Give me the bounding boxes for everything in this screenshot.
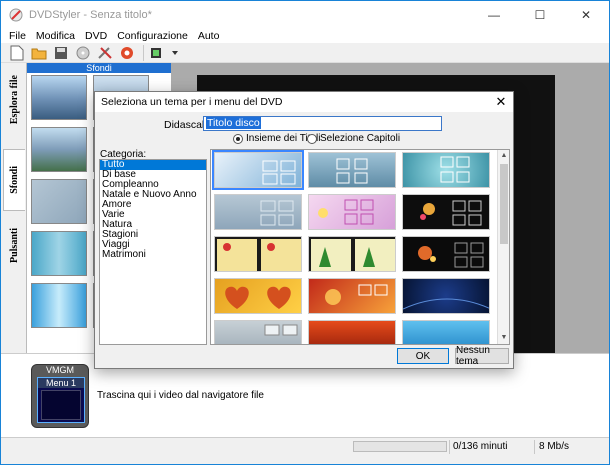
menu-config[interactable]: Configurazione	[112, 29, 193, 43]
background-thumb[interactable]	[31, 75, 87, 120]
vmgm-label: VMGM	[46, 365, 74, 375]
minutes-used: 0/136 minuti	[453, 441, 508, 452]
dialog-close-button[interactable]: ✕	[493, 94, 509, 110]
theme-dialog: Seleziona un tema per i menu del DVD ✕ D…	[94, 91, 514, 369]
menu-thumbnail-preview	[41, 390, 81, 420]
dialog-title: Seleziona un tema per i menu del DVD	[101, 96, 283, 108]
drop-hint: Trascina qui i video dal navigatore file	[97, 390, 264, 401]
new-file-icon[interactable]	[7, 44, 27, 62]
background-thumb[interactable]	[31, 231, 87, 276]
dvdstyler-icon	[9, 8, 23, 22]
theme-thumb[interactable]	[402, 152, 490, 188]
tab-file-browser-label: Esplora file	[8, 75, 20, 125]
add-video-icon[interactable]	[148, 44, 168, 62]
background-thumb[interactable]	[31, 283, 87, 328]
scroll-down-icon[interactable]: ▼	[498, 332, 509, 344]
vertical-tabs: Esplora file Sfondi Pulsanti	[1, 63, 27, 353]
toolbar-separator	[143, 44, 144, 61]
caption-value: Titolo disco	[206, 117, 261, 129]
theme-thumb[interactable]	[308, 194, 396, 230]
chevron-down-icon[interactable]	[170, 44, 180, 62]
theme-grid-scrollbar[interactable]: ▲ ▼	[497, 150, 509, 344]
disc-usage-bar	[353, 441, 447, 452]
theme-thumb[interactable]	[214, 194, 302, 230]
category-list[interactable]: Tutto Di base Compleanno Natale e Nuovo …	[99, 159, 207, 345]
menu-thumbnail[interactable]: Menu 1	[37, 377, 85, 423]
theme-thumb[interactable]	[308, 278, 396, 314]
theme-thumb[interactable]	[308, 152, 396, 188]
tab-buttons[interactable]: Pulsanti	[3, 215, 25, 277]
radio-chapters-circle[interactable]	[307, 133, 317, 144]
help-icon[interactable]	[117, 44, 137, 62]
vmgm-block[interactable]: VMGM Menu 1	[31, 364, 89, 428]
theme-thumb[interactable]	[402, 320, 490, 344]
radio-chapters-label: Selezione Capitoli	[320, 133, 401, 144]
window-title: DVDStyler - Senza titolo*	[29, 9, 152, 21]
toolbar	[1, 43, 609, 63]
title-bar: DVDStyler - Senza titolo* — ☐ ✕	[1, 1, 609, 29]
menu-thumbnail-label: Menu 1	[38, 378, 84, 388]
theme-grid: ▲ ▼	[210, 149, 510, 345]
tab-backgrounds[interactable]: Sfondi	[3, 149, 25, 211]
background-thumb[interactable]	[31, 127, 87, 172]
theme-thumb[interactable]	[214, 236, 302, 272]
radio-chapters[interactable]: Selezione Capitoli	[307, 133, 400, 144]
menu-dvd[interactable]: DVD	[80, 29, 112, 43]
no-theme-button[interactable]: Nessun tema	[455, 345, 509, 367]
tab-file-browser[interactable]: Esplora file	[3, 65, 25, 135]
menu-edit[interactable]: Modifica	[31, 29, 80, 43]
theme-thumb[interactable]	[214, 278, 302, 314]
theme-thumb[interactable]	[308, 236, 396, 272]
burn-disc-icon[interactable]	[73, 44, 93, 62]
status-divider	[449, 440, 450, 454]
caption-input[interactable]: Titolo disco	[203, 116, 442, 131]
scroll-thumb[interactable]	[500, 164, 508, 244]
tab-backgrounds-label: Sfondi	[9, 166, 20, 194]
theme-thumb[interactable]	[402, 194, 490, 230]
status-bar: 0/136 minuti 8 Mb/s	[1, 437, 609, 464]
close-button[interactable]: ✕	[563, 1, 609, 29]
minimize-button[interactable]: —	[471, 1, 517, 29]
maximize-button[interactable]: ☐	[517, 1, 563, 29]
theme-thumb[interactable]	[214, 320, 302, 344]
theme-thumb[interactable]	[308, 320, 396, 344]
scroll-up-icon[interactable]: ▲	[498, 150, 509, 162]
menu-file[interactable]: File	[1, 29, 31, 43]
tab-buttons-label: Pulsanti	[8, 228, 20, 264]
category-item[interactable]: Matrimoni	[100, 250, 206, 260]
save-icon[interactable]	[51, 44, 71, 62]
theme-thumb[interactable]	[402, 236, 490, 272]
background-thumb[interactable]	[31, 179, 87, 224]
settings-tools-icon[interactable]	[95, 44, 115, 62]
theme-thumb[interactable]	[402, 278, 490, 314]
menu-bar: File Modifica DVD Configurazione Auto	[1, 29, 609, 43]
panel-title: Sfondi	[27, 63, 171, 73]
bitrate: 8 Mb/s	[539, 441, 570, 452]
ok-button[interactable]: OK	[397, 348, 449, 364]
status-divider	[534, 440, 535, 454]
dialog-title-bar: Seleziona un tema per i menu del DVD ✕	[95, 92, 513, 112]
menu-auto[interactable]: Auto	[193, 29, 225, 43]
open-folder-icon[interactable]	[29, 44, 49, 62]
radio-titles-circle[interactable]	[233, 133, 243, 144]
theme-thumb[interactable]	[212, 150, 304, 190]
